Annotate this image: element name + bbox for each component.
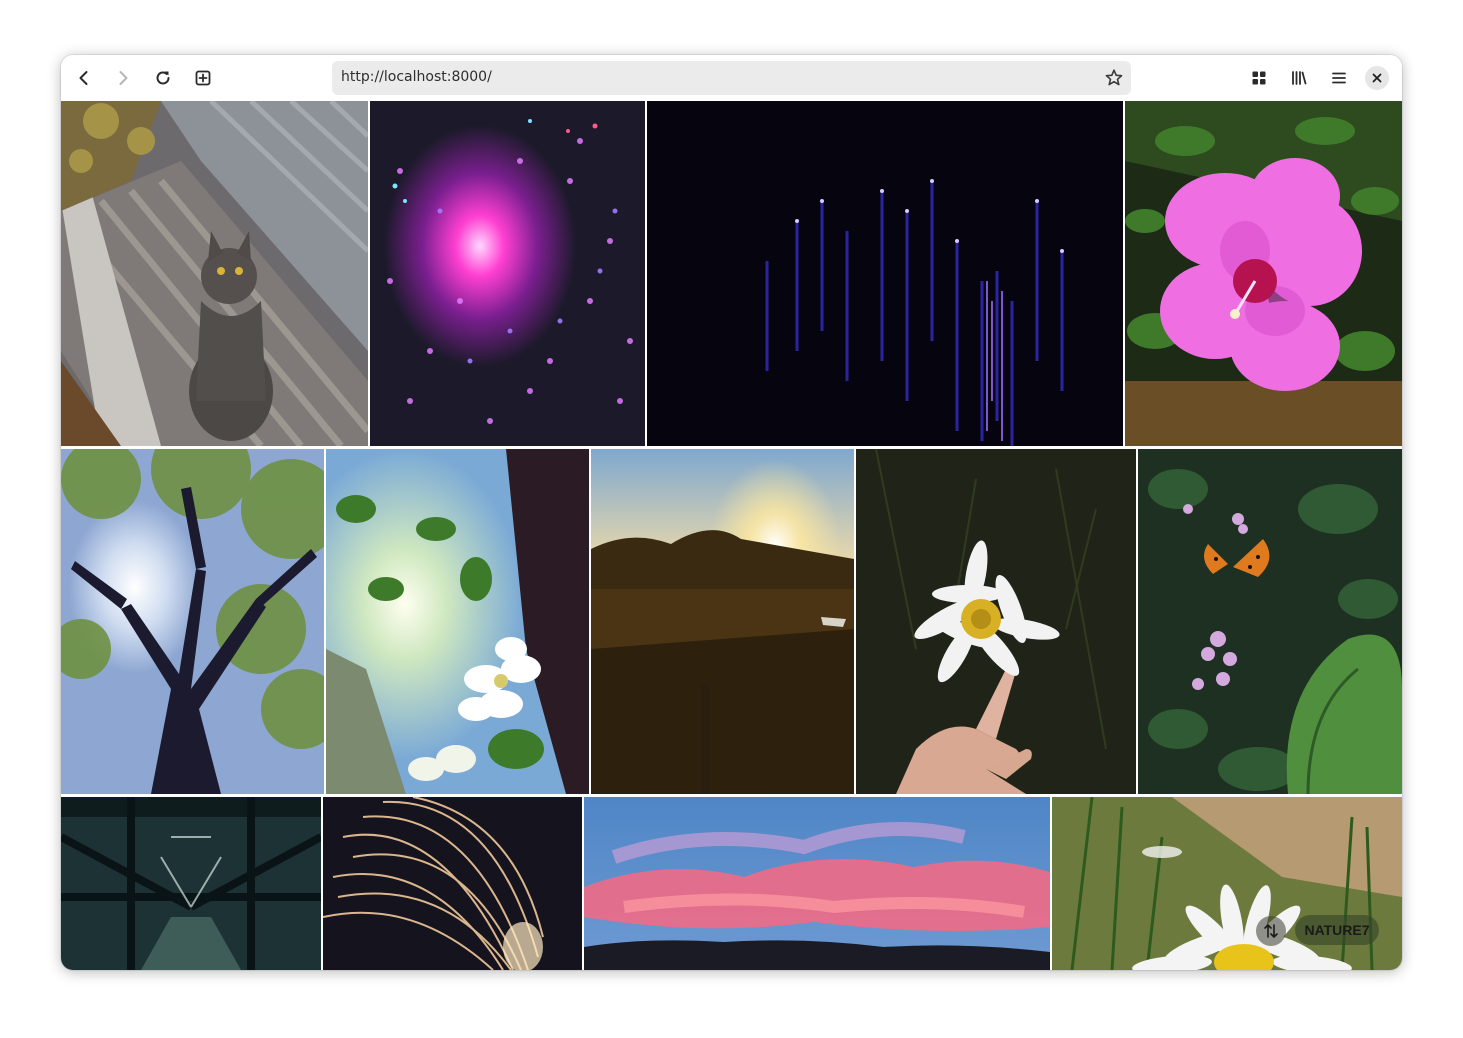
photo-tile[interactable] [1125, 101, 1402, 446]
library-button[interactable] [1285, 64, 1313, 92]
photo-tile[interactable] [323, 797, 582, 970]
browser-window: http://localhost:8000/ NATURE7 [61, 55, 1402, 970]
menu-button[interactable] [1325, 64, 1353, 92]
extensions-button[interactable] [1245, 64, 1273, 92]
photo-tile[interactable] [647, 101, 1123, 446]
collection-label[interactable]: NATURE7 [1295, 915, 1379, 945]
forward-button[interactable] [109, 64, 137, 92]
menu-icon [1332, 72, 1346, 84]
photo-tile[interactable] [856, 449, 1136, 794]
photo-blue-light-streaks [647, 101, 1123, 446]
extensions-grid-icon [1252, 71, 1266, 85]
sort-button[interactable] [1256, 916, 1286, 946]
photo-tile[interactable] [61, 449, 324, 794]
photo-tile[interactable] [326, 449, 589, 794]
photo-white-blossoms [326, 449, 589, 794]
close-icon [1372, 73, 1382, 83]
url-text: http://localhost:8000/ [341, 69, 492, 85]
bookmark-star-icon[interactable] [1104, 68, 1124, 88]
photo-butterfly [1138, 449, 1402, 794]
sort-arrows-icon [1264, 924, 1278, 938]
photo-tile[interactable] [591, 449, 854, 794]
photo-hibiscus [1125, 101, 1402, 446]
forward-icon [119, 71, 128, 85]
photo-bridge-structure [61, 797, 321, 970]
back-button[interactable] [70, 64, 98, 92]
back-icon [79, 71, 88, 85]
photo-tile[interactable] [584, 797, 1050, 970]
photo-tree-silhouette [61, 449, 324, 794]
close-window-button[interactable] [1365, 66, 1389, 90]
photo-tile[interactable] [370, 101, 645, 446]
photo-hand-daisy [856, 449, 1136, 794]
library-icon [1292, 71, 1307, 85]
photo-tile[interactable] [61, 797, 321, 970]
new-tab-icon [195, 70, 211, 86]
photo-sunset-field [591, 449, 854, 794]
reload-icon [156, 71, 170, 85]
browser-toolbar: http://localhost:8000/ [61, 55, 1402, 101]
photo-gallery: NATURE7 [61, 101, 1402, 970]
photo-pink-sunset [584, 797, 1050, 970]
new-tab-button[interactable] [189, 64, 217, 92]
photo-tile[interactable] [1138, 449, 1402, 794]
photo-tile[interactable] [61, 101, 368, 446]
photo-sparkler [323, 797, 582, 970]
photo-pink-bokeh [370, 101, 645, 446]
photo-cat-on-bench [61, 101, 368, 446]
reload-button[interactable] [149, 64, 177, 92]
url-bar[interactable]: http://localhost:8000/ [332, 61, 1131, 95]
